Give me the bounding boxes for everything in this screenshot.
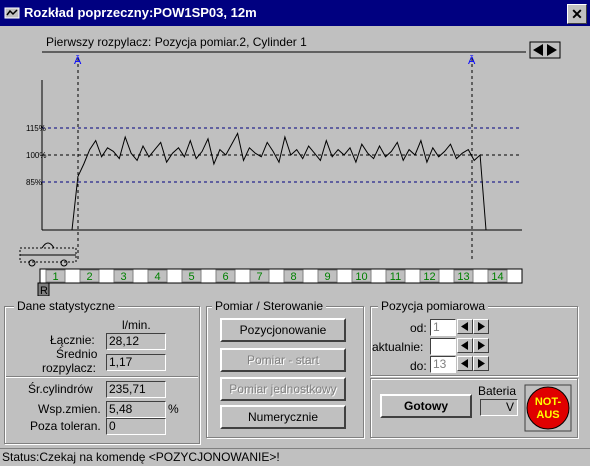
tick-label-100: 100% [26,151,46,160]
emergency-stop-button[interactable]: NOT- AUS [524,384,572,432]
to-stepper[interactable] [457,356,489,371]
tick-label-85: 85% [26,178,42,187]
avg-label-2: rozpylacz: [42,361,97,375]
tick-label-115: 115% [26,124,46,133]
positioning-button[interactable]: Pozycjonowanie [220,318,346,342]
segment-strip-bg [39,268,523,284]
segment-label: 2 [86,271,92,283]
stats-title: Dane statystyczne [14,299,119,313]
segment-label: 13 [457,271,469,283]
from-label: od: [410,321,427,335]
r-label: R [40,285,48,296]
current-label: aktualnie: [372,340,424,354]
close-icon[interactable]: ✕ [567,4,587,24]
avg-value: 1,17 [106,354,166,371]
segment-label: 9 [324,271,330,283]
to-field[interactable]: 13 [430,356,456,373]
stats-divider [6,376,198,378]
from-stepper[interactable] [457,319,489,334]
segment-label: 8 [290,271,296,283]
tolerance-value: 0 [106,418,166,435]
coef-unit: % [168,402,179,416]
segment-label: 12 [423,271,435,283]
avg-label-1: Średnio [56,347,98,361]
segment-label: 11 [390,271,401,283]
arrow-left-icon[interactable] [457,319,473,334]
coef-label: Wsp.zmien. [38,402,101,416]
app-icon [4,7,20,19]
notaus-text-1: NOT- [535,396,562,408]
notaus-text-2: AUS [536,409,559,421]
current-field[interactable] [430,338,456,355]
coef-value: 5,48 [106,401,166,418]
numeric-button[interactable]: Numerycznie [220,405,346,429]
segment-label: 4 [154,271,160,283]
distribution-chart: Pierwszy rozpylacz: Pozycja pomiar.2, Cy… [19,35,561,296]
marker-left[interactable]: Ā [74,55,82,262]
segment-strip: 1 2 3 4 5 6 7 8 9 10 11 12 13 14 [39,268,523,284]
chart-nav-arrows[interactable] [529,41,561,59]
segment-label: 10 [355,271,367,283]
title-bar: Rozkład poprzeczny:POW1SP03, 12m ✕ [0,0,590,26]
segment-label: 5 [188,271,194,283]
svg-text:Ā: Ā [468,55,476,67]
chart-header: Pierwszy rozpylacz: Pozycja pomiar.2, Cy… [46,35,307,49]
total-value: 28,12 [106,333,166,350]
ready-button[interactable]: Gotowy [380,394,472,418]
stats-unit: l/min. [122,318,151,332]
segment-label: 1 [52,271,58,283]
svg-text:Ā: Ā [74,55,82,67]
current-stepper[interactable] [457,338,489,353]
window-title: Rozkład poprzeczny:POW1SP03, 12m [24,5,257,20]
battery-label: Bateria [478,384,517,398]
cylinder-label: Śr.cylindrów [28,382,93,396]
from-field[interactable]: 1 [430,319,456,336]
total-label: Łącznie: [50,333,95,347]
control-title: Pomiar / Sterowanie [212,299,327,313]
cylinder-value: 235,71 [106,381,166,398]
marker-right[interactable]: Ā [468,55,476,262]
measure-start-button[interactable]: Pomiar - start [220,348,346,372]
arrow-right-icon[interactable] [473,356,489,371]
arrow-left-icon[interactable] [457,356,473,371]
to-label: do: [410,359,427,373]
segment-label: 3 [120,271,126,283]
arrow-left-icon[interactable] [457,338,473,353]
position-title: Pozycja pomiarowa [378,299,489,313]
single-measure-button[interactable]: Pomiar jednostkowy [220,377,346,401]
tolerance-label: Poza toleran. [30,419,101,433]
segment-label: 6 [222,271,228,283]
trolley-icon [19,242,77,267]
status-bar: Status:Czekaj na komendę <POZYCJONOWANIE… [0,448,590,466]
segment-label: 14 [491,271,503,283]
arrow-right-icon[interactable] [473,319,489,334]
arrow-right-icon[interactable] [473,338,489,353]
segment-label: 7 [256,271,262,283]
battery-value: V [480,399,518,416]
